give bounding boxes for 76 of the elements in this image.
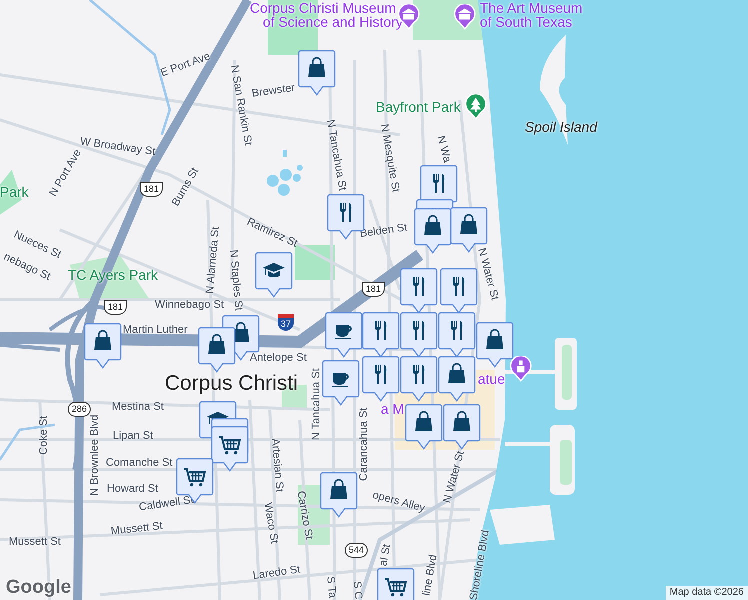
place-label: Corpus Christi Museum xyxy=(250,1,396,15)
map-logo: Google xyxy=(6,578,72,597)
street-label: Waco St xyxy=(262,502,280,545)
street-label: Mestina St xyxy=(112,402,164,413)
map-marker[interactable] xyxy=(362,356,400,402)
street-label: N Water St xyxy=(475,247,500,302)
marina-pier xyxy=(490,505,555,545)
street-label: Carancahua St xyxy=(359,408,370,482)
street-label: Artesian St xyxy=(269,438,285,493)
street-label: N Tancahua St xyxy=(311,368,322,440)
street-label: al St xyxy=(378,544,394,568)
place-label: The Art Museum xyxy=(480,1,583,15)
map-marker[interactable] xyxy=(320,472,358,518)
place-label: of Science and History xyxy=(263,15,404,29)
park-label: Park xyxy=(0,185,29,199)
map-marker[interactable] xyxy=(476,322,514,368)
map-marker[interactable] xyxy=(414,208,452,254)
place-label: a M xyxy=(381,402,404,416)
street-label: Shoreline Blvd xyxy=(468,530,492,600)
route-shield: 181 xyxy=(362,282,386,297)
pier-island xyxy=(505,425,575,495)
map-marker[interactable] xyxy=(84,323,122,369)
street-label: Laredo St xyxy=(252,564,302,582)
museum-icon[interactable] xyxy=(454,4,476,30)
street-label: Winnebago St xyxy=(155,300,224,311)
street-label: Belden St xyxy=(359,222,408,240)
street-label: N Tancahua St xyxy=(324,119,348,192)
street-label: opers Alley xyxy=(372,490,426,515)
street-label: Mussett St xyxy=(9,537,61,548)
map-marker[interactable] xyxy=(255,252,293,298)
tree-icon[interactable] xyxy=(465,94,487,120)
street-label: Mussett St xyxy=(110,521,164,538)
street-label: N San Rankin St xyxy=(228,64,254,146)
statue-icon[interactable] xyxy=(510,356,532,382)
street-label: Lipan St xyxy=(113,431,154,442)
route-shield: 37 xyxy=(278,314,294,331)
map-marker[interactable] xyxy=(298,50,336,96)
street-label: N Wa xyxy=(434,135,452,164)
island-label: Spoil Island xyxy=(525,120,598,134)
route-shield: 181 xyxy=(104,300,128,315)
street-label: E Port Ave xyxy=(160,51,212,80)
street-label: Comanche St xyxy=(106,458,173,469)
map-marker[interactable] xyxy=(400,312,438,358)
street-label: N Alameda St xyxy=(205,226,222,294)
street-label: Antelope St xyxy=(250,353,307,364)
street-label: N Brownlee Blvd xyxy=(90,414,102,496)
street-label: Brewster xyxy=(251,83,296,100)
route-shield: 181 xyxy=(140,182,164,197)
street-label: Carrizo St xyxy=(294,490,314,541)
street-label: Coke St xyxy=(39,416,50,456)
street-label: N Water St xyxy=(442,450,467,505)
street-label: S C xyxy=(350,580,364,600)
map-marker[interactable] xyxy=(438,312,476,358)
street-label: S Ta xyxy=(324,576,338,599)
street-label: N Mesquite St xyxy=(378,124,401,194)
street-label: W Broadway St xyxy=(80,136,156,158)
street-label: N Staples St xyxy=(227,250,244,312)
map-marker[interactable] xyxy=(211,426,249,472)
street-label: line Blvd xyxy=(422,554,440,597)
city-label: Corpus Christi xyxy=(165,373,298,394)
map-attribution: Map data ©2026 xyxy=(666,586,748,600)
route-shield: 286 xyxy=(68,402,92,417)
street-label: Martin Luther xyxy=(123,325,188,336)
route-shield: 544 xyxy=(345,543,368,558)
map-marker[interactable] xyxy=(440,268,478,314)
map-marker[interactable] xyxy=(362,312,400,358)
place-label: atue xyxy=(478,372,506,386)
pond-drawing xyxy=(267,150,303,196)
map-marker[interactable] xyxy=(400,268,438,314)
park-label: TC Ayers Park xyxy=(68,268,158,282)
park-label: Bayfront Park xyxy=(376,100,461,114)
map-marker[interactable] xyxy=(322,360,360,406)
map-marker[interactable] xyxy=(198,327,236,373)
place-label: of South Texas xyxy=(480,15,572,29)
map-marker[interactable] xyxy=(325,312,363,358)
street-label: Howard St xyxy=(107,484,158,495)
